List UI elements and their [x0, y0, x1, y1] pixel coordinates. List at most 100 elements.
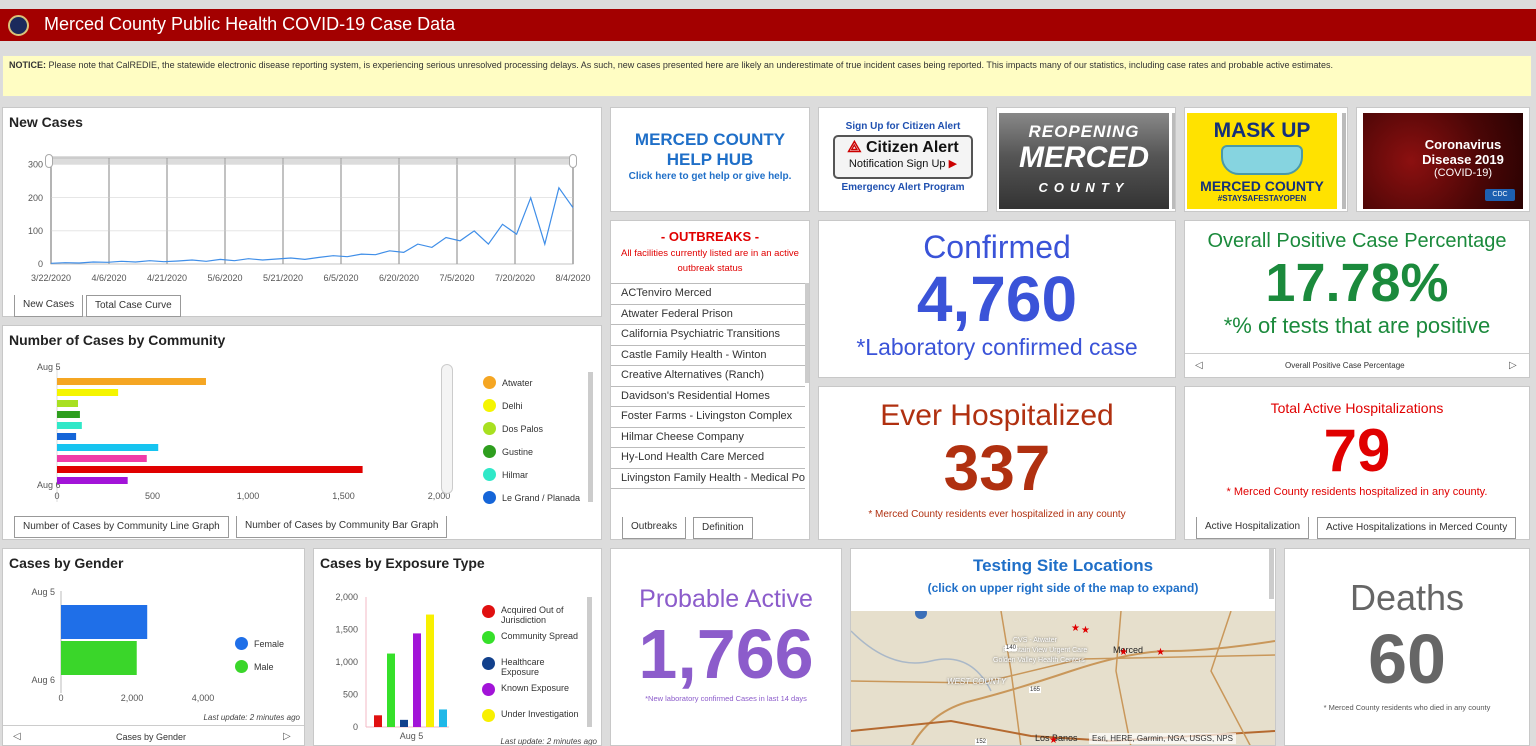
legend-swatch: [235, 637, 248, 650]
legend-swatch: [483, 422, 496, 435]
hospitalized-note: * Merced County residents ever hospitali…: [868, 509, 1126, 520]
tab-active-hospitalization[interactable]: Active Hospitalization: [1196, 517, 1310, 539]
legend-label: Male: [254, 661, 274, 672]
range-slider-right-handle[interactable]: [569, 154, 577, 168]
x-tick-label: 0: [54, 491, 59, 501]
x-tick-label: 6/20/2020: [379, 273, 419, 283]
prev-arrow-icon[interactable]: ◁: [1195, 360, 1203, 371]
outbreak-list-item[interactable]: Foster Farms - Livingston Complex: [611, 407, 805, 428]
testing-site-map[interactable]: CVS - Atwater Fountain View Urgent Care …: [851, 611, 1275, 745]
legend-item[interactable]: Acquired Out of Jurisdiction: [482, 605, 583, 625]
community-bar: [57, 466, 363, 473]
legend-item[interactable]: Healthcare Exposure: [482, 657, 583, 677]
testing-title: Testing Site Locations: [972, 556, 1154, 575]
mask-up-card[interactable]: MASK UP MERCED COUNTY #STAYSAFESTAYOPEN: [1184, 107, 1348, 212]
help-hub-line1: MERCED COUNTY: [634, 130, 786, 149]
community-scroll-track[interactable]: [441, 364, 453, 494]
legend-item[interactable]: Le Grand / Planada: [483, 491, 580, 504]
legend-item[interactable]: Gustine: [483, 445, 533, 458]
map-star-marker[interactable]: ★: [1119, 647, 1128, 658]
plot-area: [50, 157, 574, 265]
citizen-alert-card[interactable]: Sign Up for Citizen Alert ⟁ Citizen Aler…: [818, 107, 988, 212]
outbreak-list-item[interactable]: Livingston Family Health - Medical Pod: [611, 469, 805, 489]
gender-bar-chart[interactable]: Aug 5 Aug 60 2,000 4,000: [3, 579, 233, 709]
legend-item[interactable]: Known Exposure: [482, 683, 583, 696]
community-legend-scrollbar[interactable]: [588, 372, 593, 502]
community-bar-chart[interactable]: Aug 5Aug 60 500 1,000 1,500 2,000: [3, 356, 463, 536]
citizen-alert-badge[interactable]: ⟁ Citizen Alert Notification Sign Up ▶: [833, 135, 973, 179]
outbreak-scrollbar[interactable]: [805, 283, 809, 383]
gender-tab-label: Cases by Gender: [116, 732, 187, 742]
exposure-last-update: Last update: 2 minutes ago: [500, 737, 597, 746]
next-arrow-icon[interactable]: ▷: [283, 731, 291, 742]
y-tick-label: 0: [38, 259, 43, 269]
tab-total-case-curve[interactable]: Total Case Curve: [86, 295, 181, 317]
outbreak-list-item[interactable]: Atwater Federal Prison: [611, 305, 805, 325]
reopening-merced-card[interactable]: REOPENING MERCED COUNTY: [996, 107, 1176, 212]
new-cases-chart[interactable]: 3/22/2020 4/6/2020 4/21/2020 5/6/2020 5/21/2…: [3, 108, 601, 288]
community-bar: [57, 378, 206, 385]
x-tick-label: 4/21/2020: [147, 273, 187, 283]
tab-definition[interactable]: Definition: [693, 517, 753, 539]
probable-active-card: Probable Active 1,766 *New laboratory co…: [610, 548, 842, 746]
map-star-marker[interactable]: ★: [1156, 647, 1165, 658]
testing-scrollbar[interactable]: [1269, 549, 1274, 599]
deaths-note: * Merced County residents who died in an…: [1323, 703, 1491, 712]
help-hub-link[interactable]: Click here to get help or give help.: [611, 171, 809, 182]
community-panel: Number of Cases by Community Aug 5 Aug 60…: [2, 325, 602, 540]
outbreaks-panel: - OUTBREAKS - All facilities currently l…: [610, 220, 810, 540]
outbreak-list-item[interactable]: California Psychiatric Transitions: [611, 325, 805, 346]
exposure-bar-chart[interactable]: 0 500 1,000 1,500 2,000 Aug 5: [314, 579, 464, 746]
exposure-legend-scrollbar[interactable]: [587, 597, 592, 727]
prev-arrow-icon[interactable]: ◁: [13, 731, 21, 742]
testing-sites-panel: Testing Site Locations (click on upper r…: [850, 548, 1276, 746]
legend-item[interactable]: Female: [235, 637, 284, 650]
tab-community-line-graph[interactable]: Number of Cases by Community Line Graph: [14, 516, 229, 538]
x-tick-label: 3/22/2020: [31, 273, 71, 283]
y-tick-label: 500: [343, 690, 358, 700]
legend-label: Delhi: [502, 400, 523, 411]
citizen-alert-top-text: Sign Up for Citizen Alert: [845, 121, 961, 132]
outbreak-list-item[interactable]: Hy-Lond Health Care Merced: [611, 448, 805, 469]
legend-item[interactable]: Atwater: [483, 376, 533, 389]
confirmed-note: *Laboratory confirmed case: [856, 334, 1138, 360]
legend-item[interactable]: Under Investigation: [482, 709, 583, 722]
legend-item[interactable]: Community Spread: [482, 631, 583, 644]
y-tick-label: 300: [28, 160, 43, 170]
testing-subtitle: (click on upper right side of the map to…: [927, 581, 1199, 595]
map-star-marker[interactable]: ★: [1081, 625, 1090, 636]
legend-label: Community Spread: [501, 631, 579, 641]
coronavirus-card[interactable]: Coronavirus Disease 2019 (COVID-19) CDC: [1356, 107, 1530, 212]
y-tick-label: 1,000: [335, 657, 358, 667]
next-arrow-icon[interactable]: ▷: [1509, 360, 1517, 371]
legend-item[interactable]: Dos Palos: [483, 422, 543, 435]
confirmed-card: Confirmed 4,760 *Laboratory confirmed ca…: [818, 220, 1176, 378]
range-slider-left-handle[interactable]: [45, 154, 53, 168]
outbreak-list-item[interactable]: Creative Alternatives (Ranch): [611, 366, 805, 387]
exposure-bar: [400, 719, 408, 727]
outbreak-list-item[interactable]: ACTenviro Merced: [611, 284, 805, 305]
date-label-bottom: Aug 6: [31, 675, 55, 685]
reopening-line1: REOPENING: [1028, 122, 1140, 141]
outbreak-list-item[interactable]: Hilmar Cheese Company: [611, 428, 805, 448]
tab-active-hosp-merced[interactable]: Active Hospitalizations in Merced County: [1317, 517, 1517, 539]
outbreak-list-item[interactable]: Castle Family Health - Winton: [611, 346, 805, 366]
legend-item[interactable]: Delhi: [483, 399, 523, 412]
mask-up-line3: #STAYSAFESTAYOPEN: [1217, 194, 1307, 203]
map-star-marker[interactable]: ★: [1049, 735, 1058, 745]
x-tick-label: 4,000: [192, 693, 215, 703]
outbreak-list-item[interactable]: Davidson's Residential Homes: [611, 387, 805, 407]
legend-label: Gustine: [502, 446, 534, 457]
mask-up-graphic: MASK UP MERCED COUNTY #STAYSAFESTAYOPEN: [1187, 113, 1337, 209]
probable-value: 1,766: [638, 615, 814, 693]
legend-item[interactable]: Male: [235, 660, 274, 673]
tab-new-cases[interactable]: New Cases: [14, 295, 84, 317]
mask-up-line2: MERCED COUNTY: [1200, 178, 1324, 194]
map-star-marker[interactable]: ★: [1071, 623, 1080, 634]
legend-item[interactable]: Hilmar: [483, 468, 528, 481]
help-hub-card[interactable]: MERCED COUNTY HELP HUB Click here to get…: [610, 107, 810, 212]
tab-outbreaks[interactable]: Outbreaks: [622, 517, 687, 539]
gender-nav-bar: ◁ Cases by Gender ▷: [3, 725, 304, 745]
deaths-card: Deaths 60 * Merced County residents who …: [1284, 548, 1530, 746]
tab-community-bar-graph[interactable]: Number of Cases by Community Bar Graph: [236, 516, 448, 538]
